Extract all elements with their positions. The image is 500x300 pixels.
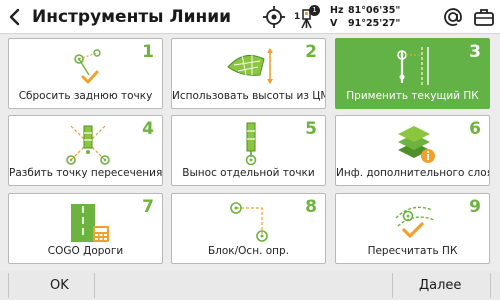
instrument-status[interactable]: 1 1	[294, 4, 320, 30]
tile-label: Пересчитать ПК	[367, 245, 458, 257]
at-sign-icon	[444, 8, 462, 26]
footer-divider	[392, 273, 393, 298]
tile-number: 9	[469, 197, 481, 217]
reset-backsight-icon	[74, 49, 101, 84]
tile-label: COGO Дороги	[47, 245, 124, 257]
header-bar: Инструменты Линии	[0, 0, 500, 34]
tile-layer-info[interactable]: 6 Инф. дополнительного слоя	[335, 115, 490, 186]
tile-reset-backsight[interactable]: 1 Сбросить заднюю точку	[8, 38, 163, 109]
tile-label: Вынос отдельной точки	[182, 167, 315, 179]
at-status[interactable]	[442, 6, 464, 28]
tile-label: Разбить точку пересечения	[9, 167, 162, 179]
tile-number: 1	[142, 42, 154, 62]
v-label: V	[330, 18, 338, 29]
tile-intersection-stakeout[interactable]: 4 Разбить точку пересечения	[8, 115, 163, 186]
footer-divider	[8, 273, 9, 298]
instrument-badge: 1	[309, 5, 320, 16]
tile-number: 8	[305, 197, 317, 217]
road-cogo-icon	[71, 204, 109, 242]
footer-bar: OK Далее	[0, 271, 500, 300]
single-point-stakeout-icon	[245, 122, 257, 166]
target-status[interactable]	[262, 5, 286, 29]
footer-divider	[490, 273, 491, 298]
tile-label: Применить текущий ПК	[346, 90, 479, 102]
block-reference-icon	[230, 202, 268, 242]
tile-dtm-heights[interactable]: 2 Использовать высоты из ЦМР	[171, 38, 326, 109]
tile-label: Инф. дополнительного слоя	[336, 167, 489, 179]
chevron-left-icon	[9, 8, 20, 25]
toolbox-icon	[474, 9, 494, 26]
tile-road-cogo[interactable]: 7 COGO Дороги	[8, 193, 163, 264]
dtm-heights-icon	[227, 48, 273, 84]
tile-number: 2	[305, 42, 317, 62]
footer-divider	[94, 273, 95, 298]
tile-number: 4	[142, 119, 154, 139]
apply-chainage-icon	[397, 47, 429, 85]
tile-recompute-chainage[interactable]: 9 Пересчитать ПК	[335, 193, 490, 264]
next-button[interactable]: Далее	[419, 274, 461, 297]
tile-label: Сбросить заднюю точку	[18, 90, 153, 102]
intersection-stakeout-icon	[66, 125, 110, 165]
layer-info-icon	[398, 126, 435, 163]
hz-label: Hz	[330, 5, 344, 16]
page-title: Инструменты Линии	[32, 6, 232, 27]
tile-number: 5	[305, 119, 317, 139]
tile-block-reference[interactable]: 8 Блок/Осн. опр.	[171, 193, 326, 264]
tile-number: 6	[469, 119, 481, 139]
ok-button[interactable]: OK	[50, 274, 69, 297]
angle-readout: Hz 81°06'35" V 91°25'27"	[330, 4, 400, 30]
hz-value: 81°06'35"	[348, 5, 401, 16]
back-button[interactable]	[0, 0, 30, 34]
tile-single-point-stakeout[interactable]: 5 Вынос отдельной точки	[171, 115, 326, 186]
tile-apply-chainage[interactable]: 3 Применить текущий ПК	[335, 38, 490, 109]
menu-status[interactable]	[472, 6, 496, 28]
v-value: 91°25'27"	[348, 18, 401, 29]
tile-number: 3	[469, 42, 481, 62]
tile-label: Блок/Осн. опр.	[207, 245, 290, 257]
tile-number: 7	[142, 197, 154, 217]
tile-label: Использовать высоты из ЦМР	[172, 90, 325, 102]
recompute-chainage-icon	[395, 206, 435, 238]
crosshair-target-icon	[263, 6, 285, 28]
